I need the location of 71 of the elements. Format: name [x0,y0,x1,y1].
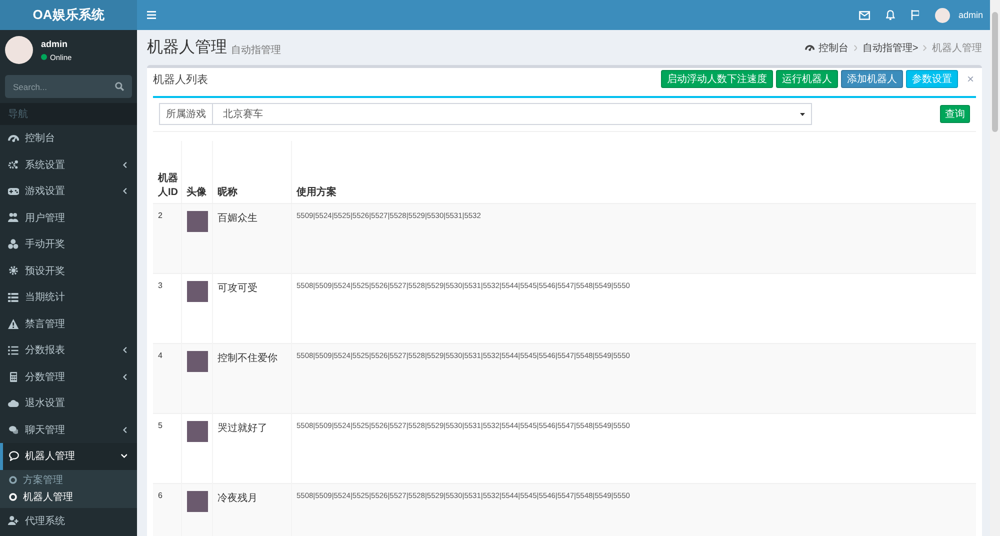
circle-icon [9,493,17,501]
filter-label: 所属游戏 [159,103,213,125]
photo-placeholder [186,351,208,372]
flag-icon[interactable] [910,10,920,20]
breadcrumb-link[interactable]: 自动指管理> [862,40,918,54]
card-title: 机器人列表 [153,72,208,86]
sidebar-menu-item[interactable]: 控制台 [0,125,137,152]
gamepad-icon [8,188,20,195]
sidebar-menu-item[interactable]: 系统设置 [0,152,137,178]
avatar [935,8,950,22]
gears-icon [8,160,19,170]
sidebar-menu-item[interactable]: 分数报表 [0,337,137,364]
action-button[interactable]: 添加机器人 [840,70,903,88]
nav-section-header: 导航 [0,103,137,125]
table-cell: 3 [153,274,181,344]
sidebar-menu-item[interactable]: 禁言管理 [0,310,137,337]
user-name: admin [41,38,69,48]
photo-placeholder [186,421,208,442]
sidebar-menu-item[interactable]: 聊天管理 [0,416,137,443]
scrollbar-thumb[interactable] [992,12,998,132]
table-cell: 6 [153,484,181,536]
brand-logo[interactable]: OA娱乐系统 [0,0,137,30]
mail-icon[interactable] [858,10,870,20]
table-cell: 5 [153,414,181,484]
user-menu[interactable]: admin [935,8,983,22]
breadcrumb-link[interactable]: 控制台 [804,40,849,54]
search-icon[interactable] [115,82,124,91]
breadcrumb-text: 机器人管理 [932,42,982,54]
sidebar-menu-item[interactable]: 分数管理 [0,364,137,390]
page-subtitle: 自动指管理 [231,44,281,57]
caret-down-icon [800,112,805,116]
page-title: 机器人管理 [147,38,227,58]
user-plus-icon [8,516,19,526]
users-icon [8,213,19,222]
circles-icon [8,239,19,250]
warning-icon [8,318,19,329]
sidebar-submenu-item[interactable]: 方案管理 [0,472,137,488]
sidebar-menu-item[interactable]: 预设开奖 [0,258,137,284]
calculator-icon [10,372,18,382]
gauge-icon [804,44,815,50]
sidebar-submenu-item[interactable]: 机器人管理 [0,488,137,506]
cloud-icon [8,399,20,408]
table-cell: 百媚众生 [212,204,291,274]
sidebar-menu-item[interactable]: 当期统计 [0,284,137,310]
chevron-right-icon [923,44,927,50]
sidebar-menu-item[interactable]: 退水设置 [0,390,137,416]
speech-bubble-icon [8,451,18,462]
gauge-icon [8,134,20,142]
list-icon [8,292,19,302]
avatar [5,36,33,64]
game-select[interactable]: 北京赛车 [213,103,812,125]
chevron-right-icon [854,44,858,50]
table-cell: 2 [153,204,181,274]
photo-placeholder [186,281,208,302]
search-field[interactable]: Search... [5,75,132,98]
photo-placeholder [186,211,208,232]
sidebar-menu-item[interactable]: 机器人管理 [0,443,137,470]
gear-icon [9,266,18,276]
list-icon [8,346,19,355]
table-cell: 控制不住爱你 [212,344,291,414]
chat-icon [8,426,18,434]
menu-icon[interactable] [147,11,156,19]
sidebar-menu-item[interactable]: 游戏设置 [0,178,137,204]
circle-icon [9,476,17,484]
table-cell: 4 [153,344,181,414]
sidebar-menu-item[interactable]: 用户管理 [0,204,137,231]
bell-icon[interactable] [886,10,895,20]
sidebar-menu-item[interactable]: 手动开奖 [0,231,137,258]
sidebar-menu-item[interactable]: 代理系统 [0,508,137,534]
table-cell: 冷夜残月 [212,484,291,536]
photo-placeholder [186,491,208,512]
